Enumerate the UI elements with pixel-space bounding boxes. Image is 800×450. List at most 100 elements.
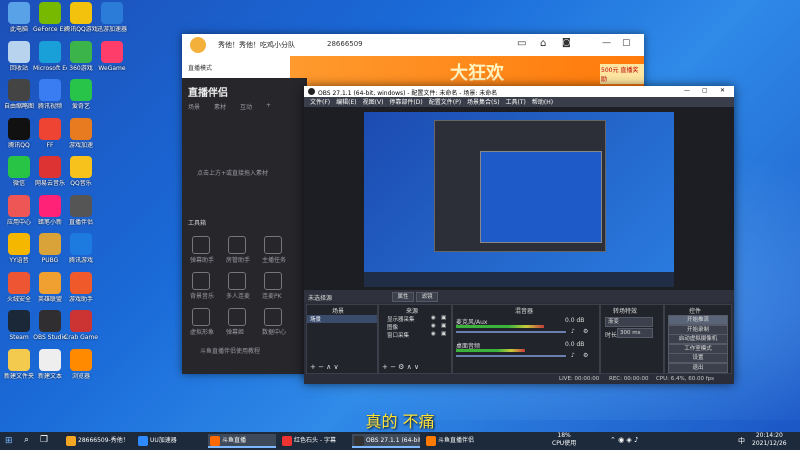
lock-icon[interactable]: ▣ — [441, 323, 446, 329]
desktop-icon[interactable]: 回收站 — [2, 40, 36, 72]
desktop-icon[interactable]: Steam — [2, 310, 36, 341]
tool-label[interactable]: 虚拟形象 — [190, 327, 214, 336]
properties-button[interactable]: 属性 — [392, 292, 414, 302]
promo-banner[interactable]: 大狂欢 500元 直播奖励 — [290, 56, 644, 86]
play-icon[interactable]: ▭ — [517, 38, 526, 49]
live-mode-selector[interactable]: 直播模式 — [182, 56, 290, 78]
minimize-icon[interactable]: — — [602, 38, 611, 48]
tool-icon[interactable] — [228, 272, 246, 290]
obs-preview[interactable] — [304, 107, 734, 290]
desktop-icon[interactable]: 自由缩略图 — [2, 79, 36, 110]
menu-item[interactable]: 文件(F) — [310, 99, 330, 106]
tool-icon[interactable] — [264, 308, 282, 326]
desktop-icon[interactable]: 火绒安全 — [2, 271, 36, 303]
gear-icon[interactable]: ⚙ — [583, 328, 588, 335]
eye-icon[interactable]: ◉ — [431, 331, 436, 337]
desktop-icon[interactable]: Crab Game — [64, 310, 98, 341]
eye-icon[interactable]: ◉ — [431, 323, 436, 329]
tool-label[interactable]: 房管助手 — [226, 255, 250, 264]
tool-icon[interactable] — [192, 308, 210, 326]
desktop-icon[interactable]: 新建文本 — [33, 348, 67, 380]
tool-label[interactable]: 连麦PK — [262, 291, 282, 300]
obs-minimize-icon[interactable]: — — [684, 87, 690, 94]
control-button[interactable]: 开始推流 — [668, 315, 728, 325]
desktop-icon[interactable]: QQ音乐 — [64, 156, 98, 187]
transition-select[interactable]: 渐变 — [605, 317, 653, 327]
desktop-icon[interactable]: 腾讯QQ — [2, 117, 36, 149]
desktop-icon[interactable]: 新建文件夹 — [2, 348, 36, 380]
gear-icon[interactable]: ⚙ — [583, 352, 588, 359]
menu-item[interactable]: 工具(T) — [506, 99, 526, 106]
taskbar-app[interactable]: 28666509-秀他！ — [64, 434, 132, 448]
menu-item[interactable]: 编辑(E) — [336, 99, 356, 106]
tool-icon[interactable] — [264, 272, 282, 290]
desktop-icon[interactable]: 腾讯游戏 — [64, 233, 98, 264]
scene-tab[interactable]: + — [266, 102, 271, 109]
desktop-icon[interactable]: 英雄联盟 — [33, 271, 67, 303]
scene-tab[interactable]: 互动 — [240, 102, 252, 111]
source-item[interactable]: 窗口采集 ◉ ▣ — [379, 331, 451, 339]
desktop-icon[interactable]: 迅游加速器 — [95, 2, 129, 33]
scene-tab[interactable]: 素材 — [214, 102, 226, 111]
desktop-icon[interactable]: WeGame — [95, 40, 129, 72]
tool-icon[interactable] — [264, 236, 282, 254]
tool-icon[interactable] — [228, 308, 246, 326]
tool-label[interactable]: 主播任务 — [262, 255, 286, 264]
source-item[interactable]: 图像 ◉ ▣ — [379, 323, 451, 331]
avatar[interactable] — [190, 37, 206, 53]
control-button[interactable]: 开始录制 — [668, 324, 728, 335]
desktop-icon[interactable]: 浏览器 — [64, 348, 98, 380]
desktop-icon[interactable]: 微信 — [2, 156, 36, 187]
lock-icon[interactable]: ▣ — [441, 315, 446, 321]
control-button[interactable]: 工作室模式 — [668, 343, 728, 354]
volume-slider[interactable] — [456, 331, 566, 333]
taskbar-app[interactable]: 红色石头 - 字幕 — [280, 434, 348, 448]
tray-icons[interactable]: ⌃ ◉ ◈ ♪ — [610, 436, 639, 444]
scene-add-icon[interactable]: + − ∧ ∨ — [310, 363, 339, 371]
speaker-icon[interactable]: ♪ — [571, 328, 575, 335]
desktop-icon[interactable]: YY语音 — [2, 233, 36, 264]
scene-item[interactable]: 场景 — [307, 315, 377, 323]
obs-maximize-icon[interactable]: ▢ — [702, 87, 708, 94]
menu-item[interactable]: 停靠部件(D) — [389, 99, 422, 106]
tool-label[interactable]: 多人连麦 — [226, 291, 250, 300]
desktop-icon[interactable]: 应用中心 — [2, 194, 36, 226]
maximize-icon[interactable]: ▢ — [622, 38, 631, 48]
desktop-icon[interactable]: Microsoft Edge — [33, 40, 67, 72]
desktop-icon[interactable]: 游戏加速 — [64, 117, 98, 149]
tool-icon[interactable] — [228, 236, 246, 254]
tool-icon[interactable] — [192, 272, 210, 290]
desktop-icon[interactable]: 直播伴侣 — [64, 194, 98, 226]
tool-label[interactable]: 弹幕助手 — [190, 255, 214, 264]
control-button[interactable]: 设置 — [668, 353, 728, 363]
eye-icon[interactable]: ◉ — [431, 315, 436, 321]
tool-icon[interactable] — [192, 236, 210, 254]
tool-label[interactable]: 弹幕姬 — [226, 327, 244, 336]
desktop-icon[interactable]: FF — [33, 117, 67, 149]
desktop-icon[interactable]: 360游戏 — [64, 40, 98, 72]
lock-icon[interactable]: ▣ — [441, 331, 446, 337]
speaker-icon[interactable]: ♪ — [571, 352, 575, 359]
clock[interactable]: 20:14:20 2021/12/26 — [752, 432, 787, 448]
menu-item[interactable]: 场景集合(S) — [467, 99, 500, 106]
tool-label[interactable]: 数据中心 — [262, 327, 286, 336]
taskbar-app[interactable]: 斗鱼直播伴侣 — [424, 434, 492, 448]
start-icon[interactable]: ⊞ — [5, 436, 13, 446]
source-item[interactable]: 显示器采集 ◉ ▣ — [379, 315, 451, 323]
desktop-icon[interactable]: PUBG — [33, 233, 67, 264]
menu-item[interactable]: 视图(V) — [363, 99, 384, 106]
taskbar-app[interactable]: OBS 27.1.1 (64-bit) — [352, 434, 420, 448]
home-icon[interactable]: ⌂ — [540, 38, 546, 49]
volume-slider[interactable] — [456, 355, 566, 357]
task-view-icon[interactable]: ❐ — [40, 435, 48, 445]
desktop-icon[interactable]: 蜡笔小新 — [33, 194, 67, 226]
tool-label[interactable]: 背景音乐 — [190, 291, 214, 300]
menu-item[interactable]: 配置文件(P) — [429, 99, 461, 106]
desktop-icon[interactable]: OBS Studio — [33, 310, 67, 341]
obs-close-icon[interactable]: ✕ — [720, 87, 725, 94]
control-button[interactable]: 退出 — [668, 362, 728, 373]
scene-tab[interactable]: 场景 — [188, 102, 200, 111]
desktop-icon[interactable]: 腾讯视频 — [33, 79, 67, 110]
desktop-icon[interactable]: 此电脑 — [2, 2, 36, 33]
desktop-icon[interactable]: 爱奇艺 — [64, 79, 98, 110]
